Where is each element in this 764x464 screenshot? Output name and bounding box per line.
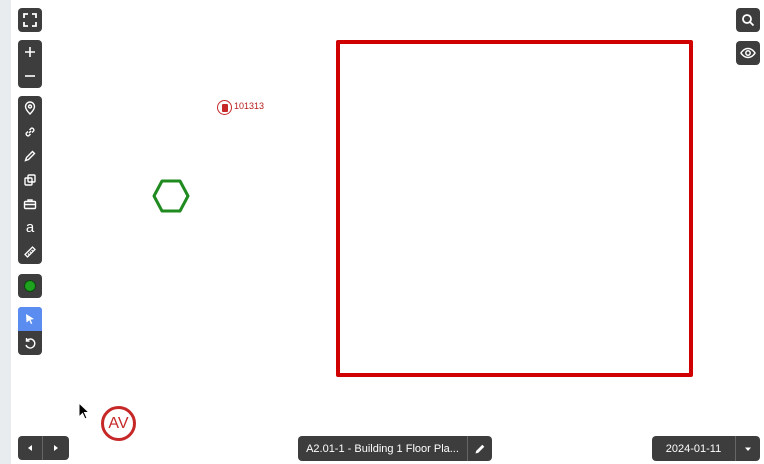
cursor-icon <box>26 314 34 324</box>
link-icon <box>25 127 35 137</box>
zoom-out-button[interactable] <box>18 64 42 88</box>
shapes-tool-button[interactable] <box>18 168 42 192</box>
caret-left-icon <box>28 445 32 451</box>
pencil-tool-button[interactable] <box>18 144 42 168</box>
pin-label[interactable]: 101313 <box>234 101 264 111</box>
visibility-button[interactable] <box>736 41 760 65</box>
minus-icon <box>25 75 35 77</box>
color-picker-button[interactable] <box>18 274 42 298</box>
sheet-name: A2.01-1 - Building 1 Floor Pla... <box>306 442 459 455</box>
zoom-controls <box>18 40 42 88</box>
avatar[interactable]: AV <box>101 406 136 441</box>
markup-rectangle[interactable] <box>336 40 693 377</box>
date-dropdown-button[interactable] <box>736 436 760 461</box>
ruler-icon <box>24 246 36 258</box>
search-icon <box>742 14 755 27</box>
undo-button[interactable] <box>18 331 42 355</box>
toolbox-icon <box>23 199 37 210</box>
eye-icon <box>740 47 756 59</box>
shapes-icon <box>24 174 36 186</box>
date-button[interactable]: 2024-01-11 <box>652 436 736 461</box>
pin-tool-button[interactable] <box>18 96 42 120</box>
zoom-in-button[interactable] <box>18 40 42 64</box>
pencil-icon <box>24 150 36 162</box>
caret-right-icon <box>53 445 58 451</box>
map-pin-icon <box>24 101 36 115</box>
select-tool-button[interactable] <box>18 307 42 331</box>
fullscreen-button[interactable] <box>18 8 42 32</box>
undo-icon <box>25 338 36 349</box>
date-selector: 2024-01-11 <box>652 436 760 461</box>
toolbox-tool-button[interactable] <box>18 192 42 216</box>
color-swatch <box>24 280 36 292</box>
caret-down-icon <box>745 447 751 451</box>
pin-marker-icon <box>221 103 228 112</box>
prev-button[interactable] <box>18 436 43 460</box>
next-button[interactable] <box>43 436 68 460</box>
sheet-name-button[interactable]: A2.01-1 - Building 1 Floor Pla... <box>298 436 468 461</box>
mouse-cursor-icon <box>78 402 90 420</box>
pencil-icon <box>475 444 485 453</box>
text-tool-button[interactable]: a <box>18 216 42 240</box>
sheet-selector: A2.01-1 - Building 1 Floor Pla... <box>298 436 492 461</box>
pin-marker[interactable] <box>217 100 232 115</box>
measure-tool-button[interactable] <box>18 240 42 264</box>
edit-sheet-button[interactable] <box>468 436 492 461</box>
fullscreen-icon <box>23 13 37 27</box>
plus-icon <box>25 47 35 57</box>
search-button[interactable] <box>736 8 760 32</box>
text-icon: a <box>25 218 35 236</box>
markup-hexagon[interactable] <box>152 179 190 213</box>
link-tool-button[interactable] <box>18 120 42 144</box>
avatar-initials: AV <box>108 414 129 432</box>
selection-tools <box>18 307 42 355</box>
page-nav <box>18 436 69 460</box>
date-value: 2024-01-11 <box>665 442 722 455</box>
markup-tools: a <box>18 96 42 264</box>
